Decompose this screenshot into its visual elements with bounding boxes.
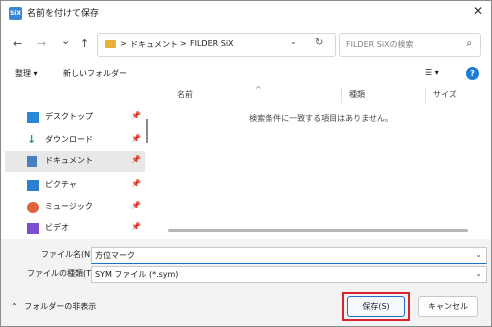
navigation-pane: デスクトップ 📌 ↓ ダウンロード 📌 ドキュメント 📌 ピクチャ 📌 ミュージ… — [1, 87, 147, 237]
music-icon — [27, 202, 39, 213]
folder-icon — [105, 40, 116, 48]
breadcrumb-documents[interactable]: ドキュメント — [130, 39, 178, 50]
desktop-icon — [27, 112, 39, 123]
pin-icon[interactable]: 📌 — [131, 179, 141, 188]
chevron-up-icon: ⌃ — [11, 302, 18, 311]
breadcrumb-filder-six[interactable]: FILDER SiX — [190, 39, 234, 48]
chevron-down-icon[interactable]: ⌄ — [475, 269, 482, 278]
horizontal-scrollbar[interactable] — [168, 229, 468, 232]
recent-locations-icon[interactable]: ⌄ — [61, 34, 70, 47]
search-placeholder: FILDER SiXの検索 — [346, 40, 414, 49]
title-bar: SiX 名前を付けて保存 ✕ — [1, 1, 491, 25]
filetype-value: SYM ファイル (*.sym) — [95, 270, 179, 279]
up-icon[interactable]: ↑ — [80, 37, 89, 50]
column-header-size[interactable]: サイズ — [433, 89, 457, 100]
sidebar-item-pictures[interactable]: ピクチャ 📌 — [5, 175, 145, 196]
sidebar-item-videos[interactable]: ビデオ 📌 — [5, 218, 145, 239]
app-icon: SiX — [9, 7, 22, 20]
pin-icon[interactable]: 📌 — [131, 222, 141, 231]
pictures-icon — [27, 180, 39, 191]
save-as-dialog: SiX 名前を付けて保存 ✕ ← → ⌄ ↑ > ドキュメント > FILDER… — [0, 0, 492, 327]
pin-icon[interactable]: 📌 — [131, 155, 141, 164]
save-form: ファイル名(N): 方位マーク ⌄ ファイルの種類(T): SYM ファイル (… — [1, 239, 491, 326]
sidebar-item-label: ビデオ — [45, 223, 69, 232]
command-bar: 整理 ▾ 新しいフォルダー ☰ ▾ ? — [1, 63, 491, 85]
sidebar-scrollbar[interactable] — [146, 119, 148, 143]
sidebar-item-label: ミュージック — [45, 202, 93, 211]
column-divider[interactable] — [341, 87, 342, 103]
view-options-icon[interactable]: ☰ ▾ — [425, 68, 439, 77]
hide-folders-label: フォルダーの非表示 — [24, 302, 97, 311]
forward-icon[interactable]: → — [37, 37, 46, 50]
cancel-button[interactable]: キャンセル — [418, 296, 478, 317]
hide-folders-toggle[interactable]: ⌃ フォルダーの非表示 — [11, 301, 96, 312]
address-dropdown-icon[interactable]: ⌄ — [290, 37, 297, 46]
navigation-bar: ← → ⌄ ↑ > ドキュメント > FILDER SiX ⌄ ↻ FILDER… — [1, 29, 491, 59]
back-icon[interactable]: ← — [13, 37, 22, 50]
new-folder-button[interactable]: 新しいフォルダー — [63, 68, 127, 79]
resize-grip-icon[interactable]: ⋰ — [483, 317, 489, 324]
dialog-title: 名前を付けて保存 — [27, 9, 100, 19]
filename-value: 方位マーク — [95, 251, 135, 260]
sidebar-item-downloads[interactable]: ↓ ダウンロード 📌 — [5, 130, 145, 151]
breadcrumb-separator: > — [180, 39, 187, 48]
save-button[interactable]: 保存(S) — [347, 296, 405, 317]
help-icon[interactable]: ? — [466, 67, 479, 80]
filetype-select[interactable]: SYM ファイル (*.sym) ⌄ — [91, 266, 487, 283]
sidebar-item-label: デスクトップ — [45, 112, 93, 121]
empty-message: 検索条件に一致する項目はありません。 — [249, 114, 393, 123]
search-icon[interactable]: ⌕ — [466, 38, 472, 49]
column-header-type[interactable]: 種類 — [349, 89, 365, 100]
sidebar-item-music[interactable]: ミュージック 📌 — [5, 197, 145, 218]
documents-icon — [27, 156, 37, 167]
sidebar-item-documents[interactable]: ドキュメント 📌 — [5, 151, 145, 172]
sidebar-item-label: ダウンロード — [45, 135, 93, 144]
sidebar-item-label: ピクチャ — [45, 180, 77, 189]
filetype-label: ファイルの種類(T): — [27, 269, 97, 278]
filename-label: ファイル名(N): — [41, 250, 96, 259]
file-list: ^ 名前 種類 サイズ 検索条件に一致する項目はありません。 — [153, 85, 489, 237]
organize-menu[interactable]: 整理 ▾ — [15, 68, 38, 79]
search-box[interactable]: FILDER SiXの検索 ⌕ — [339, 33, 481, 57]
pin-icon[interactable]: 📌 — [131, 111, 141, 120]
pin-icon[interactable]: 📌 — [131, 201, 141, 210]
sort-indicator-icon: ^ — [255, 85, 262, 94]
filename-input[interactable]: 方位マーク ⌄ — [91, 247, 487, 264]
download-icon: ↓ — [27, 133, 37, 146]
column-header-name[interactable]: 名前 — [177, 89, 193, 100]
address-bar[interactable]: > ドキュメント > FILDER SiX ⌄ — [97, 33, 336, 57]
refresh-icon[interactable]: ↻ — [315, 37, 323, 48]
pin-icon[interactable]: 📌 — [131, 134, 141, 143]
video-icon — [27, 223, 39, 234]
sidebar-item-label: ドキュメント — [45, 156, 93, 165]
close-button[interactable]: ✕ — [473, 4, 483, 18]
breadcrumb-separator: > — [120, 39, 127, 48]
chevron-down-icon[interactable]: ⌄ — [475, 250, 482, 259]
column-divider[interactable] — [425, 87, 426, 103]
sidebar-item-desktop[interactable]: デスクトップ 📌 — [5, 107, 145, 128]
